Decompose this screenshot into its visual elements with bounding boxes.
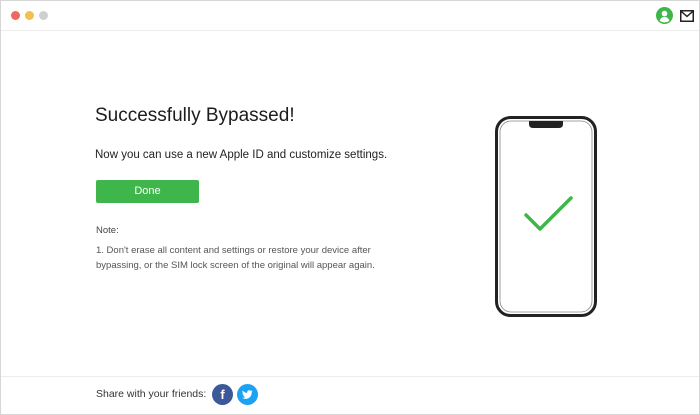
facebook-icon[interactable]: f bbox=[212, 384, 233, 405]
note-text: 1. Don't erase all content and settings … bbox=[96, 245, 375, 271]
account-icon[interactable] bbox=[656, 7, 673, 24]
maximize-window-button[interactable] bbox=[39, 11, 48, 20]
note-label: Note: bbox=[96, 225, 119, 236]
phone-success-illustration bbox=[495, 116, 597, 317]
share-label: Share with your friends: bbox=[96, 388, 207, 400]
title-bar bbox=[1, 1, 699, 31]
page-title: Successfully Bypassed! bbox=[95, 105, 295, 126]
success-message: Now you can use a new Apple ID and custo… bbox=[95, 149, 388, 161]
minimize-window-button[interactable] bbox=[25, 11, 34, 20]
mail-icon[interactable] bbox=[680, 9, 694, 22]
done-button[interactable]: Done bbox=[96, 180, 199, 203]
app-window: Successfully Bypassed! Now you can use a… bbox=[0, 0, 700, 415]
twitter-icon[interactable] bbox=[237, 384, 258, 405]
footer-divider bbox=[1, 376, 699, 377]
close-window-button[interactable] bbox=[11, 11, 20, 20]
